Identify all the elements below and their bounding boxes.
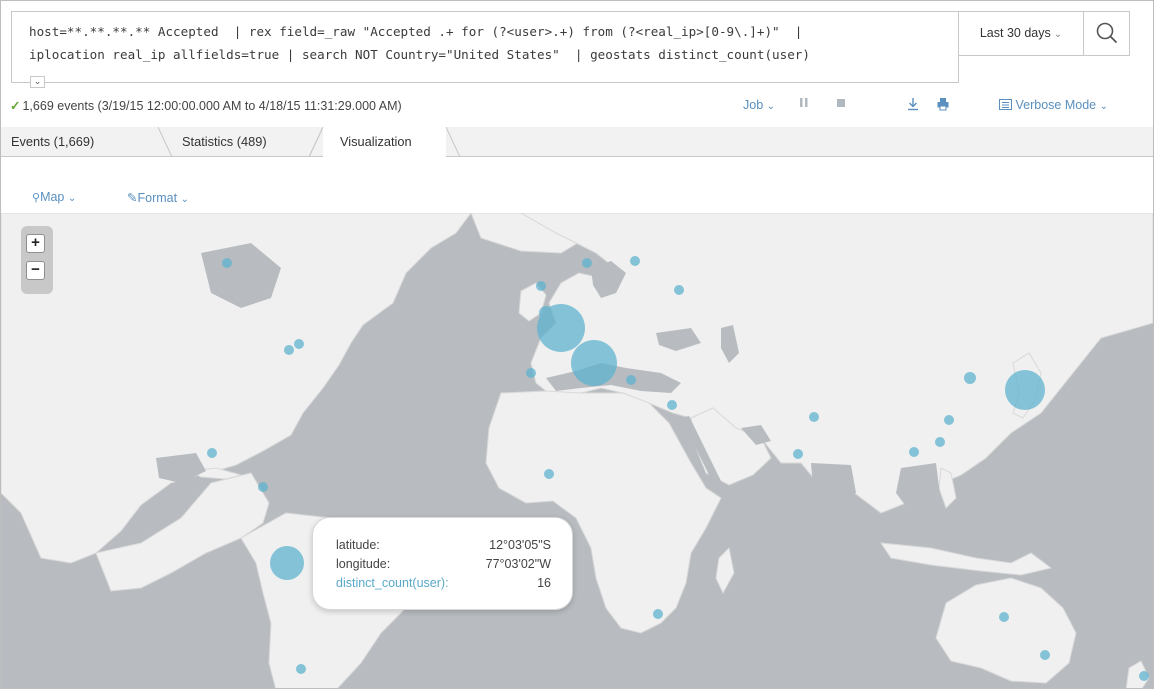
- zoom-in-button[interactable]: +: [26, 234, 45, 253]
- map-type-label: Map: [40, 190, 65, 204]
- verbose-mode-label: Verbose Mode: [1015, 98, 1097, 112]
- bay-of-bengal: [811, 463, 856, 508]
- format-label: Format: [137, 191, 178, 205]
- latitude-value: 12°03'05"S: [489, 538, 551, 552]
- map-marker: [793, 449, 803, 459]
- map-marker: [667, 400, 677, 410]
- time-range-label: Last 30 days: [979, 26, 1051, 40]
- map-marker: [809, 412, 819, 422]
- map-marker: [222, 258, 232, 268]
- format-button[interactable]: ✎Format ⌄: [127, 190, 189, 205]
- pause-icon[interactable]: [799, 97, 809, 112]
- map-marker: [1040, 650, 1050, 660]
- print-icon[interactable]: [936, 97, 950, 114]
- query-line-1[interactable]: host=**.**.**.** Accepted | rex field=_r…: [29, 20, 949, 43]
- map-marker: [536, 281, 546, 291]
- tooltip-count-row: distinct_count(user): 16: [336, 576, 551, 593]
- map-marker: [909, 447, 919, 457]
- pencil-icon: ✎: [127, 191, 138, 205]
- check-icon: ✓: [10, 99, 21, 113]
- gulf-of-mexico: [156, 453, 206, 483]
- map-marker: [296, 664, 306, 674]
- map-marker: [544, 469, 554, 479]
- latitude-label: latitude:: [336, 538, 380, 552]
- export-icon[interactable]: [906, 97, 920, 114]
- chevron-down-icon: ⌄: [180, 194, 189, 205]
- distinct-count-value: 16: [537, 576, 551, 590]
- landmass-indonesia: [879, 542, 1053, 576]
- time-range-picker[interactable]: Last 30 days ⌄: [959, 11, 1084, 56]
- search-input[interactable]: host=**.**.**.** Accepted | rex field=_r…: [11, 11, 959, 88]
- map-marker: [999, 612, 1009, 622]
- longitude-value: 77°03'02"W: [485, 557, 551, 571]
- map-marker: [207, 448, 217, 458]
- job-menu[interactable]: Job ⌄: [743, 98, 775, 112]
- map-marker: [283, 548, 299, 564]
- results-tabs: Events (1,669) Statistics (489) Visualiz…: [1, 127, 1153, 158]
- search-mode-menu[interactable]: Verbose Mode ⌄: [999, 98, 1108, 112]
- south-china-sea: [896, 463, 941, 513]
- map-marker: [571, 340, 617, 386]
- event-count-text: 1,669 events (3/19/15 12:00:00.000 AM to…: [22, 99, 402, 113]
- search-icon: [1096, 22, 1117, 43]
- landmass-madagascar: [715, 546, 735, 595]
- chevron-down-icon: ⌄: [1053, 29, 1063, 40]
- tooltip-latitude-row: latitude: 12°03'05"S: [336, 538, 551, 555]
- map-marker: [526, 368, 536, 378]
- map-marker: [537, 304, 585, 352]
- event-count-status: ✓ 1,669 events (3/19/15 12:00:00.000 AM t…: [10, 98, 402, 113]
- map-type-button[interactable]: ⚲Map ⌄: [32, 190, 76, 204]
- map-marker-tooltip: latitude: 12°03'05"S longitude: 77°03'02…: [312, 517, 573, 610]
- chevron-down-icon[interactable]: ⌄: [30, 76, 45, 88]
- tab-statistics[interactable]: Statistics (489): [182, 127, 267, 157]
- map-marker: [258, 482, 268, 492]
- longitude-label: longitude:: [336, 557, 391, 571]
- chevron-down-icon: ⌄: [766, 101, 776, 112]
- map-marker: [630, 256, 640, 266]
- distinct-count-label: distinct_count(user):: [336, 576, 449, 590]
- tooltip-longitude-row: longitude: 77°03'02"W: [336, 557, 551, 574]
- tab-events[interactable]: Events (1,669): [11, 127, 94, 157]
- map-marker: [284, 345, 294, 355]
- map-canvas[interactable]: [1, 213, 1153, 689]
- landmasses: [1, 213, 1153, 688]
- map-marker: [964, 372, 976, 384]
- landmass-australia: [935, 577, 1077, 684]
- zoom-controls: + −: [21, 226, 53, 294]
- zoom-out-button[interactable]: −: [26, 261, 45, 280]
- chevron-down-icon: ⌄: [67, 193, 77, 204]
- world-map[interactable]: [1, 213, 1153, 689]
- job-status-bar: ✓ 1,669 events (3/19/15 12:00:00.000 AM t…: [1, 89, 1153, 127]
- visualization-toolbar: ⚲Map ⌄ ✎Format ⌄: [1, 157, 1153, 213]
- tab-visualization[interactable]: Visualization: [340, 127, 412, 157]
- map-marker: [1005, 370, 1045, 410]
- query-line-2[interactable]: iplocation real_ip allfields=true | sear…: [29, 43, 949, 66]
- chevron-down-icon: ⌄: [1099, 101, 1108, 112]
- splunk-search-window: host=**.**.**.** Accepted | rex field=_r…: [0, 0, 1154, 689]
- map-marker: [944, 415, 954, 425]
- map-marker: [294, 339, 304, 349]
- job-menu-label: Job: [743, 98, 764, 112]
- map-marker: [626, 375, 636, 385]
- map-marker: [582, 258, 592, 268]
- stop-icon[interactable]: [836, 97, 846, 112]
- map-marker: [935, 437, 945, 447]
- map-marker: [1139, 671, 1149, 681]
- map-marker: [674, 285, 684, 295]
- search-bar: host=**.**.**.** Accepted | rex field=_r…: [11, 11, 1148, 88]
- map-marker: [653, 609, 663, 619]
- search-button[interactable]: [1084, 11, 1130, 56]
- map-pin-icon: ⚲: [32, 192, 41, 204]
- mode-icon: [999, 98, 1015, 112]
